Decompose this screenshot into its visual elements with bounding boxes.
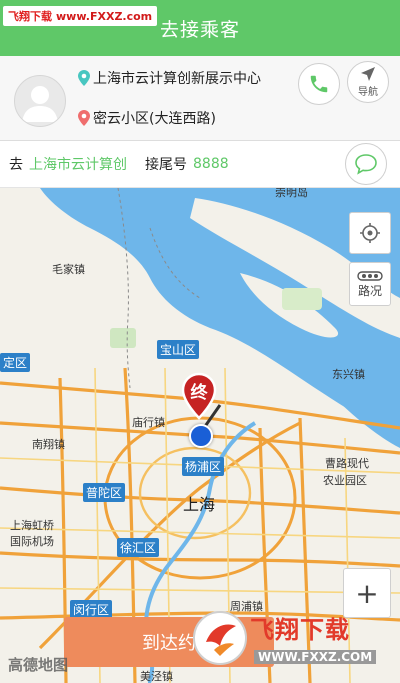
traffic-button[interactable]: 路况 bbox=[349, 262, 391, 306]
destination-bar: 去 上海市云计算创 接尾号 8888 bbox=[0, 141, 400, 188]
avatar bbox=[14, 75, 66, 127]
map-label-maojia: 毛家镇 bbox=[52, 263, 85, 276]
pickup-row: 上海市云计算创新展示中心 bbox=[78, 68, 261, 88]
map-label-dongxing: 东兴镇 bbox=[332, 368, 365, 381]
watermark-logo-icon bbox=[193, 611, 247, 665]
map-label-meilong: 美泾镇 bbox=[140, 670, 173, 683]
destination-marker-label: 终 bbox=[190, 383, 208, 403]
pickup-address: 上海市云计算创新展示中心 bbox=[93, 71, 261, 87]
navigation-arrow-icon bbox=[361, 67, 375, 81]
user-avatar-icon bbox=[22, 86, 58, 122]
map-label-putuo: 普陀区 bbox=[83, 483, 126, 502]
tail-number: 8888 bbox=[193, 156, 229, 172]
amap-logo: 高德地图 bbox=[8, 656, 69, 674]
dropoff-row: 密云小区(大连西路) bbox=[78, 108, 216, 128]
go-label: 去 bbox=[9, 157, 23, 173]
arrive-label: 到达约 bbox=[142, 633, 196, 654]
locate-button[interactable] bbox=[349, 212, 391, 254]
call-button[interactable] bbox=[298, 63, 340, 105]
navigate-button[interactable]: 导航 bbox=[347, 61, 389, 103]
map-label-caolu: 曹路现代 bbox=[325, 457, 369, 470]
watermark-sub-url: WWW.FXXZ.COM bbox=[254, 650, 377, 664]
site-watermark: 飞翔下载 www.FXXZ.com bbox=[3, 6, 158, 26]
destination-text: 上海市云计算创 bbox=[29, 157, 127, 173]
message-button[interactable] bbox=[345, 143, 387, 185]
map-label-jiading: 定区 bbox=[0, 353, 31, 372]
map-label-hongqiao: 上海虹桥 bbox=[10, 519, 54, 532]
destination-marker[interactable]: 终 bbox=[180, 372, 218, 420]
map-label-yangpu: 杨浦区 bbox=[182, 457, 225, 476]
passenger-card: 上海市云计算创新展示中心 密云小区(大连西路) 导航 bbox=[0, 56, 400, 141]
map-label-caolu2: 农业园区 bbox=[323, 474, 367, 487]
watermark-site: 飞翔下载 bbox=[8, 10, 52, 23]
dropoff-address: 密云小区(大连西路) bbox=[93, 111, 216, 127]
map-label-chongming: 崇明岛 bbox=[275, 188, 308, 199]
locate-target-icon bbox=[360, 223, 380, 243]
traffic-icon bbox=[357, 270, 383, 281]
header-title: 去接乘客 bbox=[159, 18, 240, 41]
dropoff-pin-icon bbox=[78, 110, 90, 126]
tail-number-label: 接尾号 bbox=[145, 157, 187, 173]
corner-watermark: 飞翔下载 WWW.FXXZ.COM bbox=[190, 606, 395, 676]
navigate-label: 导航 bbox=[358, 87, 378, 98]
map-label-baoshan: 宝山区 bbox=[157, 340, 200, 359]
map-label-xuhui: 徐汇区 bbox=[117, 538, 160, 557]
chat-bubble-icon bbox=[355, 154, 377, 175]
map-label-miaoxing: 庙行镇 bbox=[132, 416, 165, 429]
current-location-dot bbox=[189, 424, 213, 448]
watermark-title: 飞翔下载 bbox=[250, 616, 350, 644]
traffic-label: 路况 bbox=[357, 283, 382, 298]
map-label-shanghai: 上海 bbox=[183, 495, 216, 514]
phone-icon bbox=[310, 75, 328, 93]
pickup-pin-icon bbox=[78, 70, 90, 86]
map-label-hongqiao-airport: 国际机场 bbox=[10, 535, 54, 548]
zoom-in-label: + bbox=[355, 576, 379, 610]
watermark-url: www.FXXZ.com bbox=[56, 10, 153, 23]
map-label-nanxiang: 南翔镇 bbox=[32, 438, 65, 451]
